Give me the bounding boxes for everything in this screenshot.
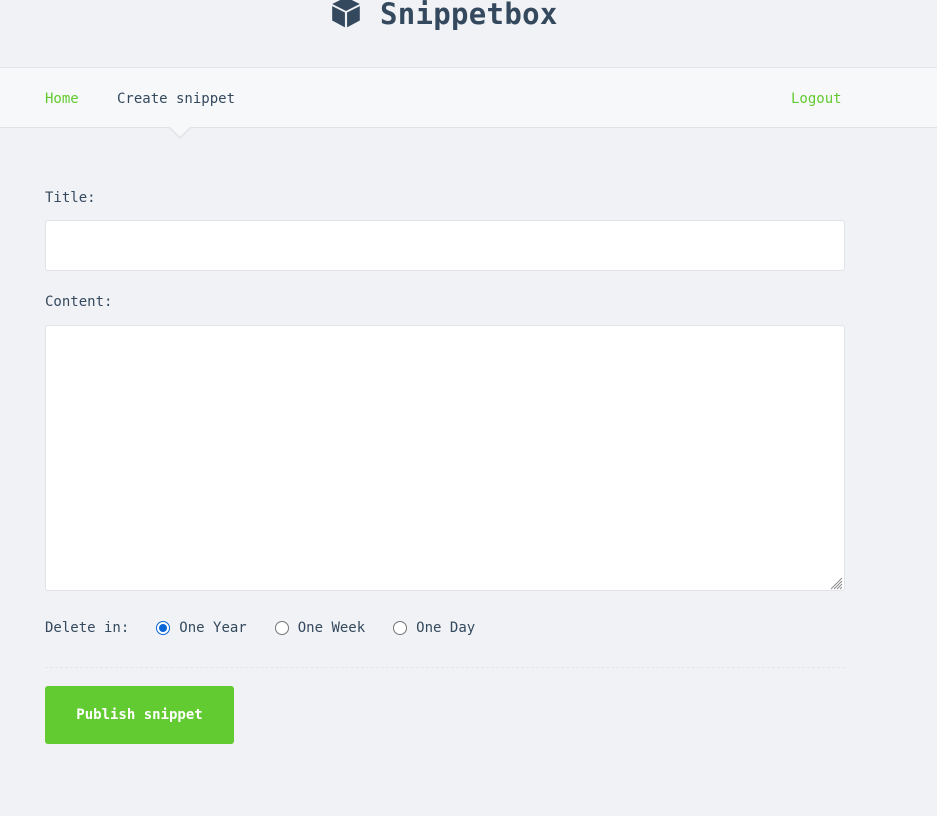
form-divider — [45, 667, 845, 668]
expires-field: Delete in: One Year One Week One Day — [45, 619, 503, 637]
nav-logout-link[interactable]: Logout — [791, 91, 842, 107]
radio-one-year[interactable] — [156, 621, 171, 635]
delete-in-label: Delete in: — [45, 620, 130, 636]
brand-name: Snippetbox — [380, 0, 558, 31]
brand[interactable]: Snippetbox — [329, 0, 558, 34]
title-label: Title: — [45, 190, 96, 206]
resize-grip-icon[interactable] — [829, 575, 843, 590]
radio-label-one-day: One Day — [416, 620, 476, 636]
expires-option-one-week[interactable]: One Week — [274, 620, 366, 636]
radio-label-one-year: One Year — [179, 620, 247, 636]
site-header: Snippetbox — [0, 0, 937, 68]
radio-one-day[interactable] — [393, 621, 408, 635]
radio-one-week[interactable] — [274, 621, 289, 635]
nav-create-snippet-link[interactable]: Create snippet — [117, 91, 235, 107]
title-input[interactable] — [45, 220, 845, 271]
expires-option-one-year[interactable]: One Year — [156, 620, 247, 636]
expires-option-one-day[interactable]: One Day — [393, 620, 475, 636]
nav-home-link[interactable]: Home — [45, 91, 79, 107]
radio-label-one-week: One Week — [297, 620, 366, 636]
publish-snippet-button[interactable]: Publish snippet — [45, 686, 234, 744]
content-textarea[interactable] — [45, 325, 845, 591]
navbar: Home Create snippet Logout — [0, 68, 937, 128]
content-label: Content: — [45, 294, 113, 310]
cube-icon — [329, 0, 380, 33]
active-nav-indicator — [170, 127, 190, 137]
